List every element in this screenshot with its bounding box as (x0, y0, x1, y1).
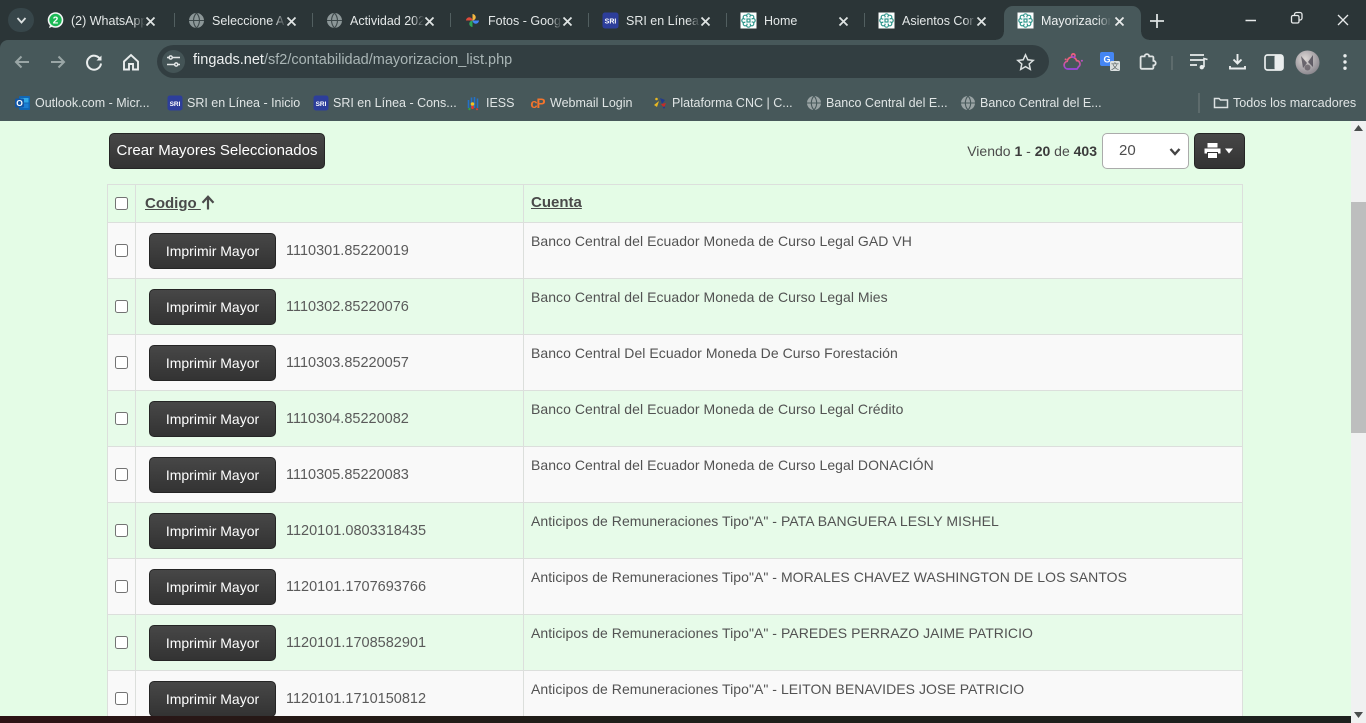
svg-text:2: 2 (53, 16, 59, 27)
svg-text:G: G (1103, 55, 1110, 65)
svg-text:O: O (16, 98, 23, 108)
svg-text:文: 文 (1111, 61, 1119, 71)
svg-text:SRI: SRI (170, 101, 181, 108)
svg-text:SRI: SRI (316, 101, 327, 108)
svg-text:SRI: SRI (605, 19, 617, 26)
svg-text:P: P (536, 96, 545, 111)
